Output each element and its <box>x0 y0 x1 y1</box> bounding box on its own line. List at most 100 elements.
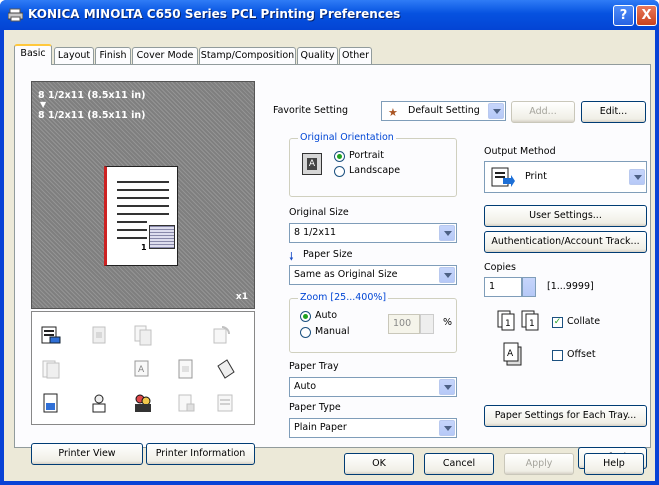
help-title-button[interactable]: ? <box>613 5 634 26</box>
landscape-label[interactable]: Landscape <box>349 165 400 176</box>
paper-tray-value: Auto <box>294 381 317 392</box>
multi-page-icon <box>40 358 62 380</box>
svg-text:1: 1 <box>529 319 535 329</box>
paper-settings-each-tray-button[interactable]: Paper Settings for Each Tray... <box>484 405 647 427</box>
offset-icon: A <box>501 341 527 370</box>
paper-size-select[interactable]: Same as Original Size <box>289 265 457 285</box>
dialog-body: Basic Layout Finish Cover Mode Stamp/Com… <box>4 30 655 481</box>
svg-text:A: A <box>507 349 514 359</box>
function-icon-panel: A <box>31 311 255 425</box>
chevron-down-icon <box>629 169 645 185</box>
preview-copies: x1 <box>235 292 248 302</box>
print-queue-icon <box>214 392 236 414</box>
chevron-down-icon <box>439 420 455 436</box>
paper-tray-select[interactable]: Auto <box>289 377 457 397</box>
portrait-label[interactable]: Portrait <box>349 150 384 161</box>
basic-tab-panel: 8 1/2x11 (8.5x11 in) ▼ 8 1/2x11 (8.5x11 … <box>14 64 651 469</box>
secure-print-icon <box>175 392 197 414</box>
offset-label[interactable]: Offset <box>567 349 596 360</box>
print-preview: 8 1/2x11 (8.5x11 in) ▼ 8 1/2x11 (8.5x11 … <box>31 81 255 309</box>
tab-finish[interactable]: Finish <box>95 47 131 64</box>
cancel-button[interactable]: Cancel <box>424 453 494 475</box>
zoom-stepper[interactable] <box>420 314 434 334</box>
window: KONICA MINOLTA C650 Series PCL Printing … <box>0 0 659 485</box>
chevron-down-icon <box>439 267 455 283</box>
close-button[interactable]: X <box>636 5 657 26</box>
tilted-page-icon <box>214 358 236 380</box>
copies-range: [1...9999] <box>547 281 594 292</box>
collate-checkbox[interactable]: ✓ <box>552 317 563 328</box>
chevron-down-icon <box>488 103 504 119</box>
authentication-account-track-button[interactable]: Authentication/Account Track... <box>484 231 647 253</box>
text-page-icon: A <box>132 358 154 380</box>
zoom-auto-radio[interactable] <box>300 311 311 322</box>
output-method-label: Output Method <box>484 146 556 157</box>
tab-cover-mode[interactable]: Cover Mode <box>132 47 198 64</box>
svg-text:A: A <box>138 365 145 375</box>
original-orientation-group: Original Orientation A Portrait Landscap… <box>289 132 457 197</box>
preview-page: 1 <box>104 166 178 266</box>
tab-basic[interactable]: Basic <box>14 44 52 65</box>
preview-page-number: 1 <box>141 243 147 252</box>
window-title: KONICA MINOLTA C650 Series PCL Printing … <box>28 7 401 21</box>
tab-quality[interactable]: Quality <box>297 47 338 64</box>
title-bar[interactable]: KONICA MINOLTA C650 Series PCL Printing … <box>0 0 659 30</box>
help-button[interactable]: Help <box>584 453 644 475</box>
preview-arrow: ▼ <box>40 100 47 109</box>
original-orientation-label: Original Orientation <box>298 132 396 143</box>
paper-type-select[interactable]: Plain Paper <box>289 418 457 438</box>
paper-size-value: Same as Original Size <box>294 269 398 280</box>
color-mode-icon[interactable] <box>40 392 62 414</box>
zoom-manual-radio[interactable] <box>300 327 311 338</box>
user-icon[interactable] <box>88 392 110 414</box>
offset-checkbox[interactable] <box>552 350 563 361</box>
copies-label: Copies <box>484 262 516 273</box>
printer-app-icon <box>7 8 24 22</box>
landscape-radio[interactable] <box>334 166 345 177</box>
original-size-value: 8 1/2x11 <box>294 227 337 238</box>
favorite-setting-select[interactable]: ★ Default Setting <box>381 101 506 121</box>
original-size-select[interactable]: 8 1/2x11 <box>289 223 457 243</box>
zoom-manual-label[interactable]: Manual <box>315 326 350 337</box>
user-settings-button[interactable]: User Settings... <box>484 205 647 227</box>
zoom-group: Zoom [25...400%] Auto Manual 100 % <box>289 292 457 353</box>
copies-stepper[interactable] <box>522 277 536 297</box>
tab-stamp-composition[interactable]: Stamp/Composition <box>199 47 296 64</box>
zoom-value-input[interactable]: 100 <box>388 314 420 334</box>
zoom-unit: % <box>443 317 453 328</box>
portrait-radio[interactable] <box>334 151 345 162</box>
favorite-setting-value: Default Setting <box>408 105 480 116</box>
duplex-pages-icon <box>132 324 154 346</box>
apply-button[interactable]: Apply <box>504 453 574 475</box>
paper-type-label: Paper Type <box>289 402 341 413</box>
copies-input[interactable]: 1 <box>484 277 522 297</box>
favorite-setting-label: Favorite Setting <box>273 105 348 116</box>
booklet-icon <box>88 324 110 346</box>
dialog-footer: OK Cancel Apply Help <box>4 451 655 481</box>
paper-tray-label: Paper Tray <box>289 361 339 372</box>
preview-original-size: 8 1/2x11 (8.5x11 in) <box>38 90 146 101</box>
ok-button[interactable]: OK <box>344 453 414 475</box>
zoom-auto-label[interactable]: Auto <box>315 310 337 321</box>
favorite-star-icon: ★ <box>388 106 398 119</box>
tab-other[interactable]: Other <box>339 47 372 64</box>
svg-text:1: 1 <box>505 319 511 329</box>
rotate-icon <box>210 324 232 346</box>
zoom-label: Zoom [25...400%] <box>298 292 389 303</box>
form-page-icon <box>175 358 197 380</box>
chevron-down-icon <box>439 225 455 241</box>
edit-favorite-button[interactable]: Edit... <box>581 101 646 123</box>
preview-paper-size: 8 1/2x11 (8.5x11 in) <box>38 110 146 121</box>
collate-label[interactable]: Collate <box>567 316 600 327</box>
portrait-page-icon: A <box>302 153 322 175</box>
original-size-label: Original Size <box>289 207 349 218</box>
print-output-icon <box>491 166 515 201</box>
preview-stamp-area <box>149 225 175 249</box>
account-track-icon[interactable] <box>132 392 154 414</box>
add-favorite-button[interactable]: Add... <box>511 101 575 123</box>
printer-view-icon[interactable] <box>40 324 62 346</box>
chevron-down-icon <box>439 379 455 395</box>
tab-layout[interactable]: Layout <box>54 47 94 64</box>
output-method-select[interactable]: Print <box>484 161 647 193</box>
collate-icon: 11 <box>496 309 542 334</box>
